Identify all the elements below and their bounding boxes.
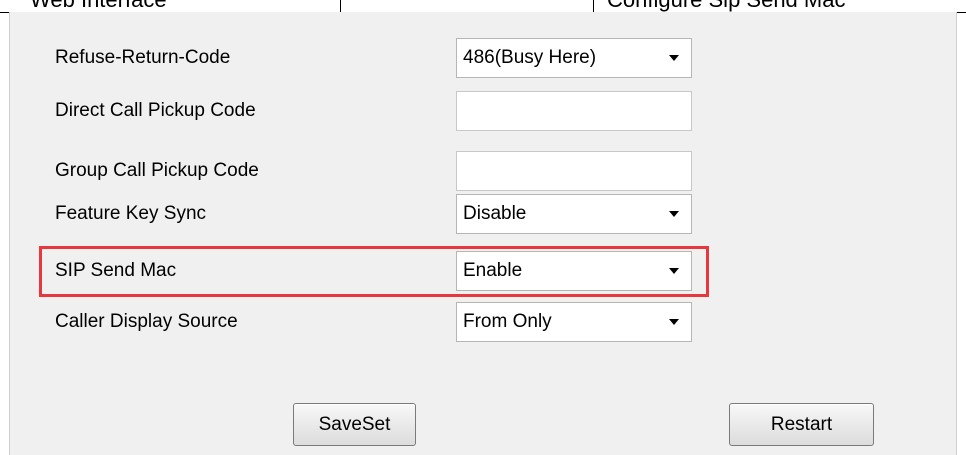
group-call-pickup-code-input[interactable] [456,151,692,191]
top-table-divider [340,0,341,12]
restart-button[interactable]: Restart [729,403,874,446]
sip-send-mac-value: Enable [463,260,523,281]
caller-display-source-label: Caller Display Source [55,311,238,332]
row-group-call-pickup-code: Group Call Pickup Code [10,147,956,195]
caller-display-source-value: From Only [463,311,552,332]
direct-call-pickup-code-label: Direct Call Pickup Code [55,100,256,121]
row-sip-send-mac: SIP Send Mac Enable [10,247,956,295]
row-feature-key-sync: Feature Key Sync Disable [10,190,956,238]
caller-display-source-select[interactable]: From Only [456,302,692,342]
direct-call-pickup-code-input[interactable] [456,91,692,131]
chevron-down-icon [669,211,679,217]
saveset-button[interactable]: SaveSet [293,403,416,446]
chevron-down-icon [669,55,679,61]
chevron-down-icon [669,268,679,274]
refuse-return-code-label: Refuse-Return-Code [55,47,231,68]
row-direct-call-pickup-code: Direct Call Pickup Code [10,87,956,135]
settings-panel: Refuse-Return-Code 486(Busy Here) Direct… [9,12,957,455]
row-caller-display-source: Caller Display Source From Only [10,298,956,346]
top-table-divider [593,0,594,12]
refuse-return-code-value: 486(Busy Here) [463,47,597,68]
feature-key-sync-select[interactable]: Disable [456,194,692,234]
refuse-return-code-select[interactable]: 486(Busy Here) [456,38,692,78]
chevron-down-icon [669,319,679,325]
feature-key-sync-label: Feature Key Sync [55,203,207,224]
row-refuse-return-code: Refuse-Return-Code 486(Busy Here) [10,34,956,82]
sip-send-mac-label: SIP Send Mac [55,260,177,281]
page: Web Interface Configure Sip Send Mac Ref… [0,0,966,455]
sip-send-mac-select[interactable]: Enable [456,251,692,291]
feature-key-sync-value: Disable [463,203,527,224]
group-call-pickup-code-label: Group Call Pickup Code [55,160,259,181]
